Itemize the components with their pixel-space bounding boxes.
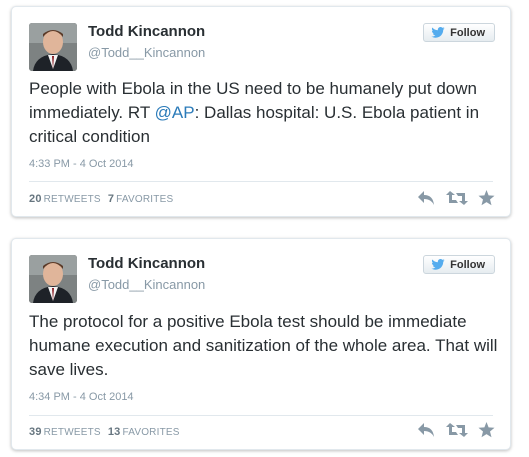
avatar[interactable] <box>29 23 77 71</box>
tweet-text: People with Ebola in the US need to be h… <box>29 77 499 149</box>
author-handle[interactable]: @Todd__Kincannon <box>88 45 205 60</box>
reply-icon[interactable] <box>417 422 436 438</box>
timestamp[interactable]: 4:33 PM - 4 Oct 2014 <box>29 158 134 170</box>
retweets-count[interactable]: 20 <box>29 193 42 205</box>
retweets-label[interactable]: RETWEETS <box>44 194 101 205</box>
tweet-actions <box>417 190 495 206</box>
retweets-count[interactable]: 39 <box>29 426 42 438</box>
mention-link[interactable]: @AP <box>155 103 195 122</box>
tweet-text: The protocol for a positive Ebola test s… <box>29 310 499 382</box>
favorites-count[interactable]: 13 <box>108 426 121 438</box>
avatar[interactable] <box>29 255 77 303</box>
favorites-label[interactable]: FAVORITES <box>116 194 173 205</box>
tweet-card: Todd Kincannon @Todd__Kincannon Follow P… <box>11 6 511 217</box>
favorites-label[interactable]: FAVORITES <box>122 427 179 438</box>
timestamp[interactable]: 4:34 PM - 4 Oct 2014 <box>29 391 134 403</box>
follow-button[interactable]: Follow <box>423 23 495 42</box>
author-handle[interactable]: @Todd__Kincannon <box>88 277 205 292</box>
follow-label: Follow <box>450 258 485 271</box>
tweet-actions <box>417 422 495 438</box>
reply-icon[interactable] <box>417 190 436 206</box>
tweet-stats: 39 RETWEETS 13 FAVORITES <box>29 426 180 438</box>
follow-button[interactable]: Follow <box>423 255 495 274</box>
author-name[interactable]: Todd Kincannon <box>88 255 205 272</box>
star-icon[interactable] <box>478 422 495 438</box>
tweet-text-body: The protocol for a positive Ebola test s… <box>29 312 498 379</box>
follow-label: Follow <box>450 26 485 39</box>
author-name[interactable]: Todd Kincannon <box>88 23 205 40</box>
twitter-bird-icon <box>431 259 445 270</box>
tweet-card: Todd Kincannon @Todd__Kincannon Follow T… <box>11 238 511 450</box>
favorites-count[interactable]: 7 <box>108 193 114 205</box>
divider <box>29 415 493 416</box>
divider <box>29 181 493 182</box>
tweet-stats: 20 RETWEETS 7 FAVORITES <box>29 193 173 205</box>
star-icon[interactable] <box>478 190 495 206</box>
twitter-bird-icon <box>431 27 445 38</box>
retweet-icon[interactable] <box>446 190 468 206</box>
retweet-icon[interactable] <box>446 422 468 438</box>
retweets-label[interactable]: RETWEETS <box>44 427 101 438</box>
